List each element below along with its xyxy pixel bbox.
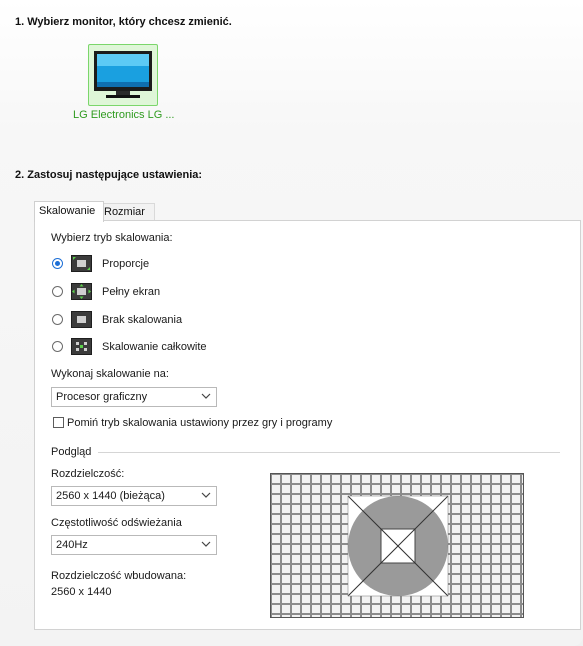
override-scaling-label[interactable]: Pomiń tryb skalowania ustawiony przez gr… [67,417,332,429]
full-screen-icon [71,283,92,300]
radio-aspect-ratio[interactable] [52,258,63,269]
tab-size[interactable]: Rozmiar [99,203,155,221]
chevron-down-icon [201,541,211,547]
perform-scaling-on-label: Wykonaj skalowanie na: [51,368,169,380]
section-title-monitor: 1. Wybierz monitor, który chcesz zmienić… [15,16,232,28]
chevron-down-icon [201,492,211,498]
chevron-down-icon [201,393,211,399]
section-title-settings: 2. Zastosuj następujące ustawienia: [15,169,203,181]
native-resolution-value: 2560 x 1440 [51,586,112,598]
preview-divider [98,452,560,453]
perform-scaling-on-value: Procesor graficzny [56,391,148,403]
radio-full-screen[interactable] [52,286,63,297]
resolution-value: 2560 x 1440 (bieżąca) [56,490,165,502]
refresh-rate-select[interactable]: 240Hz [51,535,217,555]
aspect-ratio-icon [71,255,92,272]
scaling-preview [270,473,524,618]
override-scaling-checkbox[interactable] [53,417,64,428]
monitor-label[interactable]: LG Electronics LG ... [73,109,174,121]
option-label-integer-scaling[interactable]: Skalowanie całkowite [102,341,207,353]
preview-test-pattern [271,474,523,617]
resolution-select[interactable]: 2560 x 1440 (bieżąca) [51,486,217,506]
refresh-rate-value: 240Hz [56,539,88,551]
resolution-label: Rozdzielczość: [51,468,125,480]
perform-scaling-on-select[interactable]: Procesor graficzny [51,387,217,407]
monitor-tile[interactable] [88,44,158,106]
option-label-aspect-ratio[interactable]: Proporcje [102,258,149,270]
tab-scaling[interactable]: Skalowanie [34,201,104,222]
integer-scaling-icon [71,338,92,355]
no-scaling-icon [71,311,92,328]
scaling-mode-label: Wybierz tryb skalowania: [51,232,173,244]
preview-group-label: Podgląd [51,446,92,458]
refresh-rate-label: Częstotliwość odświeżania [51,517,182,529]
option-label-no-scaling[interactable]: Brak skalowania [102,314,182,326]
radio-integer-scaling[interactable] [52,341,63,352]
option-label-full-screen[interactable]: Pełny ekran [102,286,160,298]
monitor-icon [94,51,152,98]
radio-no-scaling[interactable] [52,314,63,325]
native-resolution-label: Rozdzielczość wbudowana: [51,570,187,582]
